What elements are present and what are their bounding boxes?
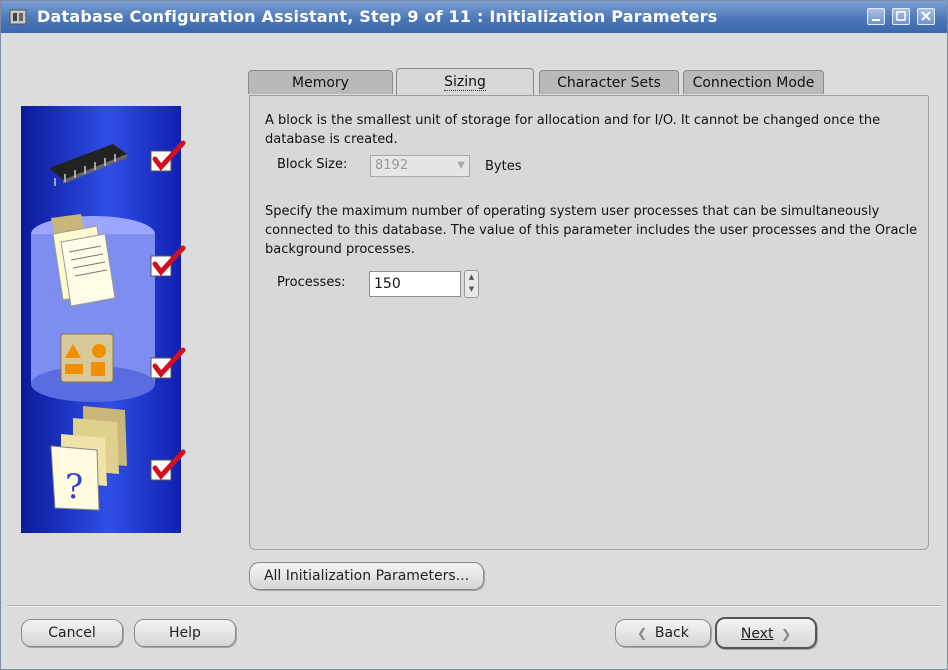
block-size-description: A block is the smallest unit of storage … (265, 113, 881, 147)
processes-input[interactable]: 150 (369, 271, 461, 297)
all-initialization-parameters-button[interactable]: All Initialization Parameters... (249, 562, 484, 590)
tab-character-sets[interactable]: Character Sets (539, 70, 679, 94)
block-size-select[interactable]: 8192 ▼ (370, 155, 470, 177)
minimize-icon (872, 19, 880, 21)
tab-sizing[interactable]: Sizing (396, 68, 534, 96)
memory-chip-icon (49, 144, 127, 186)
close-icon (921, 11, 931, 21)
step-complete-check-icon (150, 245, 186, 277)
next-label: Next (740, 626, 774, 642)
processes-label: Processes: (277, 275, 346, 290)
block-size-unit: Bytes (485, 159, 522, 174)
tab-label: Character Sets (557, 75, 661, 91)
help-button[interactable]: Help (134, 619, 236, 647)
close-button[interactable] (917, 8, 935, 25)
tab-label: Connection Mode (692, 75, 815, 91)
processes-stepper[interactable]: ▲ ▼ (464, 270, 479, 298)
processes-description: Specify the maximum number of operating … (265, 204, 918, 257)
app-icon (9, 9, 27, 25)
block-size-value: 8192 (375, 158, 409, 173)
chevron-down-icon[interactable]: ▼ (465, 283, 478, 295)
step-illustration: ? (21, 106, 186, 533)
next-button[interactable]: Next ❯ (715, 617, 817, 649)
window-title: Database Configuration Assistant, Step 9… (37, 7, 718, 26)
maximize-button[interactable] (892, 8, 910, 25)
title-bar[interactable]: Database Configuration Assistant, Step 9… (1, 1, 947, 33)
back-label: Back (654, 625, 689, 641)
chevron-down-icon: ▼ (457, 160, 465, 171)
tab-memory[interactable]: Memory (248, 70, 393, 94)
svg-text:?: ? (65, 467, 83, 507)
block-size-label: Block Size: (277, 157, 348, 172)
footer-separator (7, 605, 941, 607)
maximize-icon (896, 11, 906, 21)
next-arrow-icon: ❯ (773, 627, 792, 641)
help-documents-icon: ? (50, 406, 127, 511)
step-complete-check-icon (150, 449, 186, 481)
cancel-button[interactable]: Cancel (21, 619, 123, 647)
parameter-tabs: Memory Sizing Character Sets Connection … (248, 68, 938, 96)
dbca-window: Database Configuration Assistant, Step 9… (0, 0, 948, 670)
character-set-icon (60, 333, 114, 383)
sizing-panel: A block is the smallest unit of storage … (249, 95, 929, 550)
tab-label: Sizing (444, 74, 486, 91)
step-complete-check-icon (150, 140, 186, 172)
tab-label: Memory (292, 75, 349, 91)
back-arrow-icon: ❮ (637, 626, 655, 640)
tab-connection-mode[interactable]: Connection Mode (683, 70, 824, 94)
step-complete-check-icon (150, 347, 186, 379)
minimize-button[interactable] (867, 8, 885, 25)
back-button[interactable]: ❮ Back (615, 619, 711, 647)
chevron-up-icon[interactable]: ▲ (465, 271, 478, 283)
